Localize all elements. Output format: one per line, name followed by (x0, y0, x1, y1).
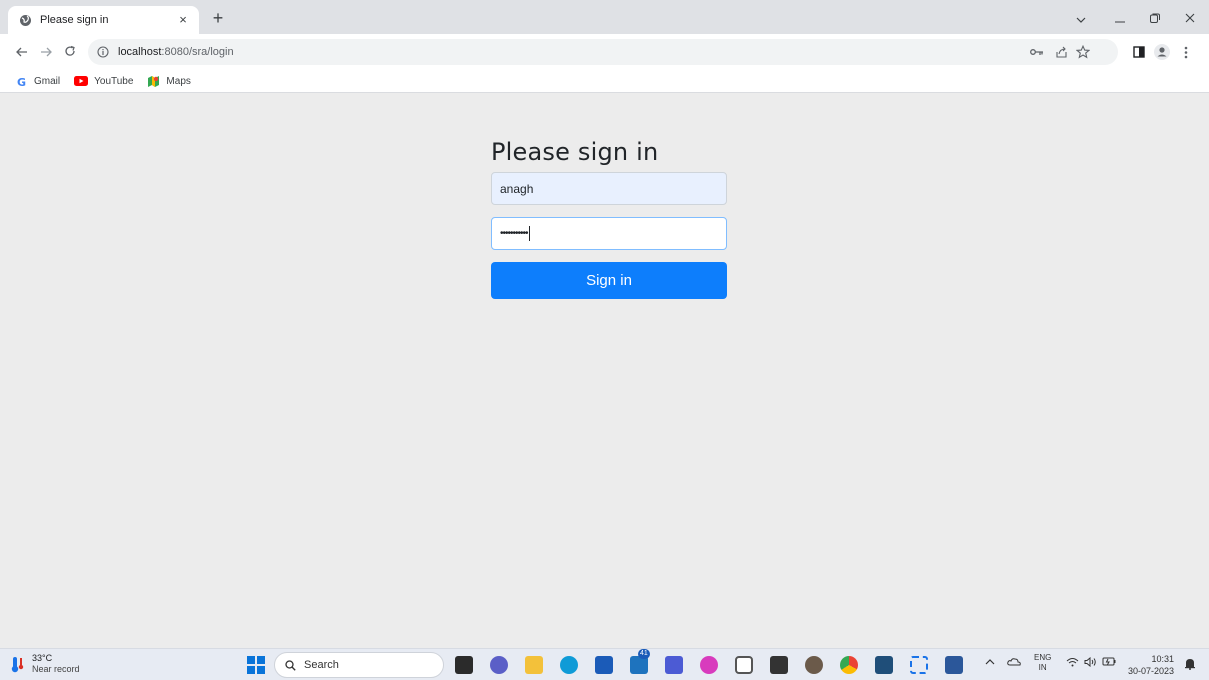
gmail-icon: G (17, 76, 26, 87)
globe-icon (18, 13, 32, 27)
tab-title: Please sign in (40, 14, 109, 26)
wifi-icon[interactable] (1066, 657, 1079, 670)
snipping-tool-icon[interactable] (910, 656, 928, 674)
page-content: Please sign in anagh ••••••••••• Sign in (0, 94, 1209, 648)
tray-chevron-icon[interactable] (985, 657, 995, 668)
app-icon[interactable] (700, 656, 718, 674)
thermometer-icon (11, 657, 24, 673)
password-input[interactable]: ••••••••••• (491, 217, 727, 250)
url-path: :8080/sra/login (161, 46, 234, 58)
bookmarks-bar: G Gmail YouTube Maps (0, 70, 1209, 93)
clock-time: 10:31 (1151, 654, 1175, 664)
profile-avatar-icon[interactable] (1153, 43, 1171, 61)
mail-icon[interactable]: 41 (630, 649, 650, 674)
password-key-icon[interactable] (1028, 43, 1046, 61)
system-clock[interactable]: 10:31 30-07-2023 (1128, 653, 1174, 677)
browser-toolbar: localhost:8080/sra/login (0, 34, 1209, 70)
language-indicator[interactable]: ENG IN (1034, 653, 1051, 673)
onedrive-icon[interactable] (1007, 657, 1021, 669)
url-text: localhost:8080/sra/login (118, 46, 234, 58)
signin-heading: Please sign in (491, 138, 659, 166)
menu-kebab-icon[interactable] (1177, 43, 1195, 61)
windows-start-icon[interactable] (247, 656, 265, 674)
store-icon[interactable] (595, 656, 613, 674)
weather-temp: 33°C (32, 653, 53, 663)
side-panel-icon[interactable] (1130, 43, 1148, 61)
username-input[interactable]: anagh (491, 172, 727, 205)
maps-icon (148, 75, 160, 87)
share-icon[interactable] (1052, 43, 1070, 61)
signin-button[interactable]: Sign in (491, 262, 727, 299)
forward-arrow-icon[interactable] (36, 42, 56, 62)
word-icon[interactable] (945, 656, 963, 674)
bookmark-label: YouTube (94, 75, 134, 87)
weather-widget[interactable]: 33°C Near record (10, 653, 80, 675)
close-window-button[interactable] (1172, 8, 1208, 30)
restore-button[interactable] (1137, 8, 1173, 30)
youtube-icon (74, 76, 89, 86)
address-bar[interactable]: localhost:8080/sra/login (88, 39, 1118, 65)
bookmark-label: Gmail (34, 75, 61, 87)
app-icon[interactable] (875, 656, 893, 674)
username-value: anagh (500, 181, 534, 196)
reload-icon[interactable] (60, 42, 80, 62)
url-host: localhost (118, 46, 162, 58)
tab-search-chevron-icon[interactable] (1063, 8, 1099, 30)
new-tab-button[interactable]: + (207, 8, 229, 30)
text-caret (528, 226, 530, 241)
weather-desc: Near record (32, 664, 80, 674)
chrome-icon[interactable] (840, 656, 858, 674)
edge-icon[interactable] (560, 656, 578, 674)
bookmark-gmail[interactable]: G Gmail (17, 76, 60, 87)
svg-text:G: G (17, 76, 26, 87)
taskbar-search[interactable]: Search (274, 652, 444, 678)
lang-region: IN (1038, 663, 1047, 672)
bookmark-maps[interactable]: Maps (147, 75, 191, 88)
app-icon[interactable] (805, 656, 823, 674)
bookmark-label: Maps (166, 75, 191, 87)
windows-taskbar: 33°C Near record Search 41 ENG IN 10:31 … (0, 648, 1209, 680)
bookmark-star-icon[interactable] (1074, 43, 1092, 61)
minimize-button[interactable] (1102, 8, 1138, 30)
search-icon (285, 659, 296, 671)
tab-close-icon[interactable]: × (175, 12, 191, 28)
signin-form: Please sign in anagh ••••••••••• Sign in (491, 136, 727, 299)
search-label: Search (304, 659, 339, 671)
mail-badge: 41 (638, 649, 650, 659)
app-icon[interactable] (735, 656, 753, 674)
bookmark-youtube[interactable]: YouTube (74, 76, 133, 87)
site-info-icon[interactable] (96, 45, 110, 59)
notification-icon[interactable] (1184, 657, 1196, 673)
app-icon[interactable] (665, 656, 683, 674)
battery-icon[interactable] (1102, 657, 1116, 669)
app-icon[interactable] (770, 656, 788, 674)
browser-tab[interactable]: Please sign in × (8, 6, 199, 34)
lang-code: ENG (1034, 653, 1052, 662)
volume-icon[interactable] (1084, 656, 1098, 670)
tab-strip: Please sign in × + (0, 0, 1209, 34)
task-view-icon[interactable] (455, 656, 473, 674)
password-value: ••••••••••• (500, 228, 528, 239)
clock-date: 30-07-2023 (1128, 666, 1175, 676)
back-arrow-icon[interactable] (12, 42, 32, 62)
chat-icon[interactable] (490, 656, 508, 674)
file-explorer-icon[interactable] (525, 656, 543, 674)
